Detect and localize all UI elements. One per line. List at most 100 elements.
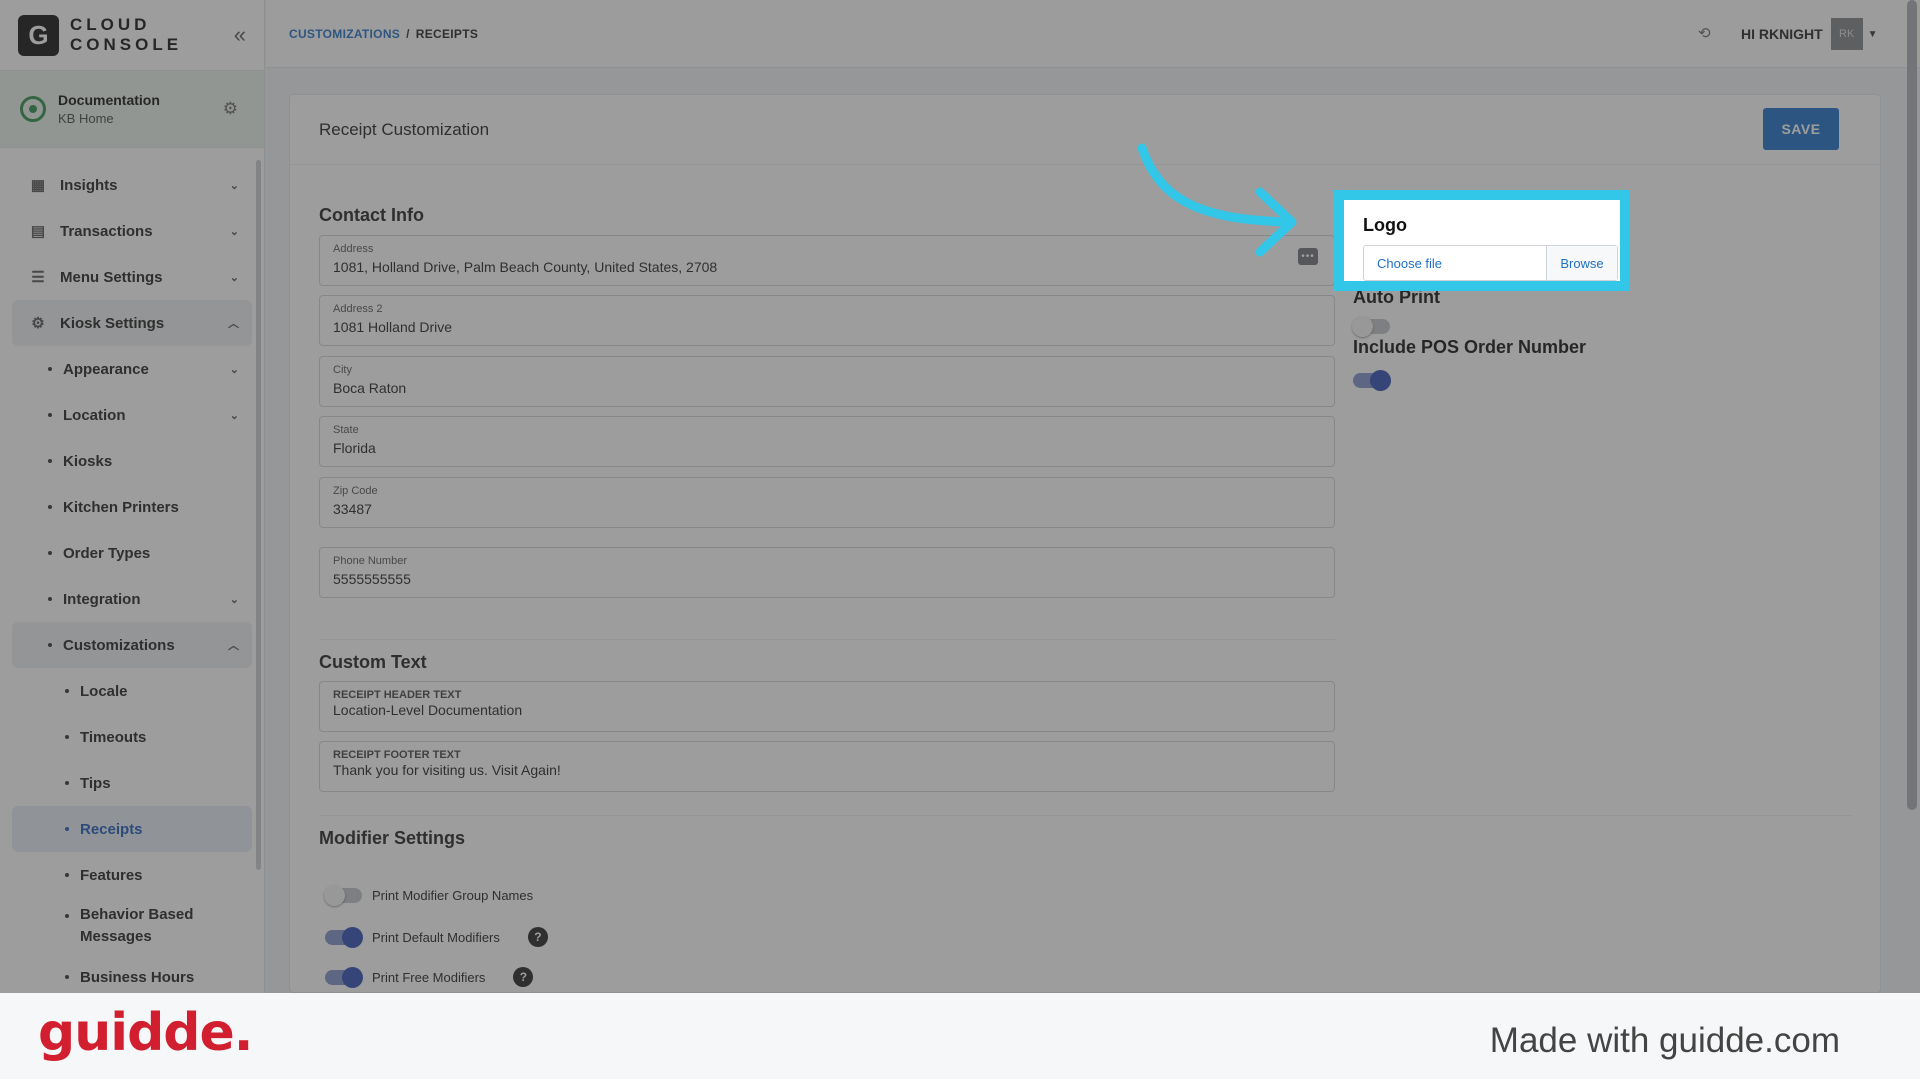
- receipt-header-text-field[interactable]: RECEIPT HEADER TEXT Location-Level Docum…: [319, 681, 1335, 732]
- browse-button[interactable]: Browse: [1546, 246, 1617, 280]
- receipt-card: Receipt Customization SAVE Contact Info …: [289, 94, 1881, 993]
- sidebar-item-kitchen-printers[interactable]: Kitchen Printers: [0, 484, 264, 530]
- chevron-down-icon: ⌄: [229, 593, 239, 606]
- sidebar-item-receipts[interactable]: Receipts: [12, 806, 252, 852]
- sidebar-item-label: Insights: [60, 176, 118, 194]
- help-icon[interactable]: ?: [527, 927, 548, 947]
- save-button[interactable]: SAVE: [1763, 108, 1839, 150]
- pos-order-number-label: Include POS Order Number: [1353, 337, 1587, 357]
- sidebar-item-label: Locale: [80, 682, 128, 700]
- contact-info-title: Contact Info: [319, 205, 424, 225]
- field-value: 33487: [333, 501, 372, 517]
- brand-name: CLOUD CONSOLE: [70, 15, 182, 55]
- chevron-down-icon: ⌄: [229, 271, 239, 284]
- logo-upload-highlight: Logo Choose file Browse: [1334, 190, 1630, 291]
- divider: [319, 815, 1852, 816]
- page-scrollbar[interactable]: [1907, 0, 1917, 810]
- chevron-up-icon: ︿: [228, 318, 239, 330]
- transactions-icon: ▤: [30, 223, 46, 240]
- chevron-down-icon: ⌄: [229, 179, 239, 192]
- field-label: City: [333, 364, 352, 376]
- guidde-footer: guidde. Made with guidde.com: [0, 993, 1920, 1079]
- sidebar-item-label: Features: [80, 866, 143, 884]
- kiosk-settings-icon: ⚙: [31, 315, 45, 332]
- field-label: Zip Code: [333, 485, 378, 497]
- sidebar-item-appearance[interactable]: Appearance ⌄: [0, 346, 264, 392]
- sidebar-item-label: Kitchen Printers: [63, 498, 179, 516]
- insights-icon: ▦: [30, 177, 46, 194]
- sidebar-item-label: Business Hours: [80, 968, 195, 986]
- sidebar-item-integration[interactable]: Integration ⌄: [0, 576, 264, 622]
- auto-print-toggle[interactable]: [1352, 316, 1390, 337]
- sidebar-item-label: Kiosk Settings: [60, 314, 165, 332]
- sidebar-item-label: Customizations: [63, 636, 175, 654]
- sidebar-item-behavior-based-messages[interactable]: Behavior Based Messages: [0, 898, 264, 954]
- refresh-icon[interactable]: ⟲: [1698, 24, 1711, 42]
- logo-title: Logo: [1363, 215, 1407, 235]
- sidebar-item-menu-settings[interactable]: ☰ Menu Settings ⌄: [0, 254, 264, 300]
- breadcrumb: CUSTOMIZATIONS / RECEIPTS: [289, 27, 478, 41]
- print-free-modifiers-row: Print Free Modifiers ?: [325, 966, 534, 988]
- chevron-up-icon: ︿: [228, 640, 239, 652]
- city-field[interactable]: City Boca Raton: [319, 356, 1335, 407]
- sidebar-item-label: Order Types: [63, 544, 151, 562]
- print-free-modifiers-toggle[interactable]: [325, 966, 363, 988]
- breadcrumb-customizations[interactable]: CUSTOMIZATIONS: [289, 27, 400, 41]
- pos-order-number-toggle[interactable]: [1353, 370, 1391, 391]
- sidebar-item-tips[interactable]: Tips: [0, 760, 264, 806]
- file-placeholder[interactable]: Choose file: [1364, 246, 1546, 280]
- chevron-down-icon: ⌄: [229, 363, 239, 376]
- sidebar-scrollbar[interactable]: [256, 160, 261, 870]
- address-2-field[interactable]: Address 2 1081 Holland Drive: [319, 295, 1335, 346]
- sidebar-item-location[interactable]: Location ⌄: [0, 392, 264, 438]
- zip-code-field[interactable]: Zip Code 33487: [319, 477, 1335, 528]
- help-icon[interactable]: ?: [513, 967, 534, 987]
- chevron-down-icon: ⌄: [229, 225, 239, 238]
- sidebar-item-order-types[interactable]: Order Types: [0, 530, 264, 576]
- sidebar-item-label: Behavior Based Messages: [80, 906, 194, 945]
- sidebar-item-label: Location: [63, 406, 126, 424]
- toggle-label: Print Modifier Group Names: [372, 888, 534, 903]
- caret-down-icon: ▼: [1867, 28, 1878, 40]
- sidebar-item-kiosks[interactable]: Kiosks: [0, 438, 264, 484]
- sidebar-item-label: Tips: [80, 774, 111, 792]
- print-default-modifiers-row: Print Default Modifiers ?: [325, 926, 548, 948]
- receipt-footer-text-field[interactable]: RECEIPT FOOTER TEXT Thank you for visiti…: [319, 741, 1335, 792]
- sidebar-item-insights[interactable]: ▦ Insights ⌄: [0, 162, 264, 208]
- print-default-modifiers-toggle[interactable]: [325, 926, 363, 948]
- field-value: Location-Level Documentation: [333, 702, 523, 718]
- sidebar-item-locale[interactable]: Locale: [0, 668, 264, 714]
- sidebar-item-label: Menu Settings: [60, 268, 163, 286]
- custom-text-title: Custom Text: [319, 652, 427, 672]
- user-menu[interactable]: HI RKNIGHT RK ▼: [1741, 18, 1878, 50]
- sidebar-item-label: Integration: [63, 590, 141, 608]
- state-field[interactable]: State Florida: [319, 416, 1335, 467]
- sidebar-item-features[interactable]: Features: [0, 852, 264, 898]
- breadcrumb-separator: /: [406, 26, 410, 41]
- logo-file-input[interactable]: Choose file Browse: [1363, 245, 1618, 281]
- sidebar-item-kiosk-settings[interactable]: ⚙ Kiosk Settings ︿: [12, 300, 252, 346]
- sidebar-item-customizations[interactable]: Customizations ︿: [12, 622, 252, 668]
- field-label: RECEIPT HEADER TEXT: [333, 689, 462, 701]
- print-modifier-group-names-toggle[interactable]: [324, 885, 362, 906]
- sidebar-item-label: Timeouts: [80, 728, 147, 746]
- gear-icon[interactable]: ⚙: [223, 99, 238, 119]
- chevron-down-icon: ⌄: [229, 409, 239, 422]
- phone-number-field[interactable]: Phone Number 5555555555: [319, 547, 1335, 598]
- field-label: Phone Number: [333, 555, 407, 567]
- arrow-pointer-icon: [1137, 143, 1297, 257]
- field-label: RECEIPT FOOTER TEXT: [333, 749, 461, 761]
- guidde-logo[interactable]: guidde.: [38, 1003, 254, 1063]
- field-value: 5555555555: [333, 571, 411, 587]
- made-with-text[interactable]: Made with guidde.com: [1490, 1021, 1840, 1061]
- brand: G CLOUD CONSOLE «: [0, 0, 264, 70]
- collapse-icon[interactable]: «: [234, 22, 246, 48]
- avatar: RK: [1830, 18, 1863, 50]
- sidebar-item-timeouts[interactable]: Timeouts: [0, 714, 264, 760]
- sidebar-item-business-hours[interactable]: Business Hours: [0, 954, 264, 993]
- sidebar-item-transactions[interactable]: ▤ Transactions ⌄: [0, 208, 264, 254]
- sidebar: G CLOUD CONSOLE « Documentation KB Home …: [0, 0, 265, 993]
- breadcrumb-receipts: RECEIPTS: [415, 26, 479, 41]
- location-card[interactable]: Documentation KB Home ⚙: [0, 70, 264, 148]
- sidebar-item-label: Appearance: [63, 360, 149, 378]
